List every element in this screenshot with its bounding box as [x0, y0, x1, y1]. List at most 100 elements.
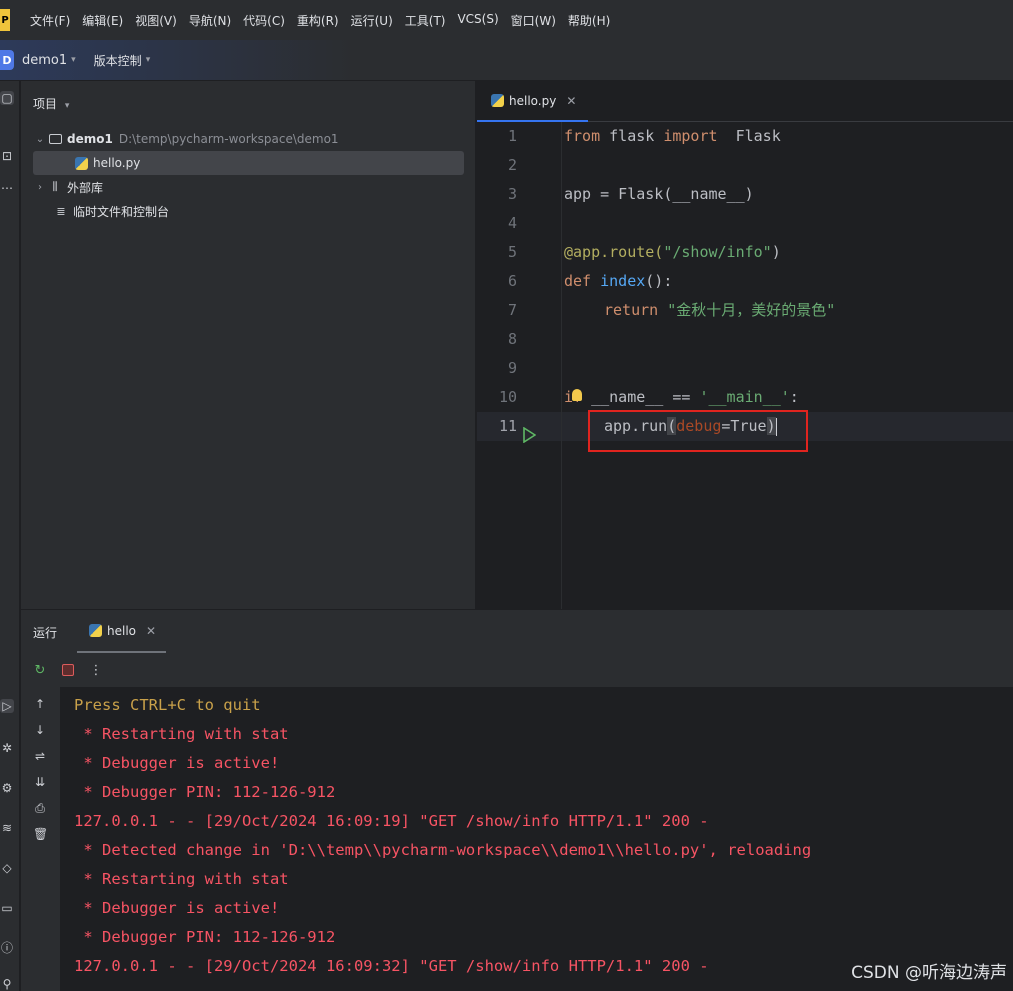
- line-number: 2: [507, 156, 517, 174]
- services-icon[interactable]: ◇: [0, 861, 14, 875]
- code-token: '__main__': [699, 388, 790, 406]
- debug-tool-icon[interactable]: ✲: [0, 741, 14, 755]
- print-icon[interactable]: ⎙: [33, 801, 47, 815]
- lightbulb-icon[interactable]: [572, 389, 582, 401]
- tree-file-label: hello.py: [93, 156, 141, 170]
- menu-file[interactable]: 文件(F): [30, 12, 70, 29]
- menu-bar: P 文件(F) 编辑(E) 视图(V) 导航(N) 代码(C) 重构(R) 运行…: [0, 0, 1013, 40]
- tab-label: hello.py: [509, 93, 557, 108]
- scroll-down-icon[interactable]: ↓: [33, 723, 47, 737]
- soft-wrap-icon[interactable]: ⇌: [33, 749, 47, 763]
- project-panel: 项目 ▾ ⌄ demo1 D:\temp\pycharm-workspace\d…: [21, 81, 476, 609]
- library-icon: ⫼: [52, 180, 58, 193]
- scroll-to-end-icon[interactable]: ⇊: [33, 775, 47, 789]
- console-line: * Detected change in 'D:\\temp\\pycharm-…: [74, 841, 812, 859]
- menu-tools[interactable]: 工具(T): [405, 12, 446, 29]
- code-token: @app.route(: [564, 243, 664, 261]
- layers-icon[interactable]: ≋: [0, 821, 14, 835]
- chevron-down-icon[interactable]: ▾: [65, 101, 70, 111]
- run-gutter-icon[interactable]: [522, 427, 536, 443]
- terminal-icon[interactable]: ▭: [0, 901, 14, 915]
- scroll-up-icon[interactable]: ↑: [33, 697, 47, 711]
- tree-root-label: demo1: [67, 132, 113, 146]
- line-number: 9: [507, 359, 517, 377]
- chevron-right-icon[interactable]: ›: [33, 182, 47, 193]
- code-line-3: app = Flask(__name__): [564, 185, 754, 203]
- code-editor[interactable]: hello.py ✕ 1 2 3 4 5 6 7 8 9 10 11 from …: [477, 81, 1013, 609]
- run-panel-title: 运行: [33, 626, 58, 640]
- line-number: 6: [507, 272, 517, 290]
- menu-window[interactable]: 窗口(W): [511, 12, 556, 29]
- code-token: import: [663, 127, 718, 145]
- app-logo-icon: P: [0, 9, 10, 31]
- structure-tool-icon[interactable]: ⊡: [0, 149, 14, 163]
- stop-button[interactable]: [59, 661, 77, 679]
- python-packages-icon[interactable]: ⚙: [0, 781, 14, 795]
- close-icon[interactable]: ✕: [146, 624, 156, 638]
- run-toolbar: ↻ ⋮: [21, 653, 1013, 687]
- code-token: ():: [645, 272, 673, 290]
- menu-run[interactable]: 运行(U): [351, 12, 393, 29]
- trash-icon[interactable]: 🗑: [33, 827, 48, 841]
- menu-vcs[interactable]: VCS(S): [457, 12, 498, 29]
- tab-hello-py[interactable]: hello.py ✕: [477, 81, 589, 122]
- code-token: index: [591, 272, 646, 290]
- code-line-10: if __name__ == '__main__':: [564, 383, 799, 412]
- line-number: 7: [507, 301, 517, 319]
- console-line: * Restarting with stat: [74, 725, 289, 743]
- git-icon[interactable]: ⚲: [0, 977, 14, 991]
- menu-refactor[interactable]: 重构(R): [297, 12, 339, 29]
- more-options-icon[interactable]: ⋮: [87, 661, 105, 679]
- run-tool-icon[interactable]: ▷: [0, 699, 14, 713]
- console-line: * Restarting with stat: [74, 870, 289, 888]
- line-number: 4: [507, 214, 517, 232]
- console-line: * Debugger is active!: [74, 754, 280, 772]
- code-token: __name__ ==: [582, 388, 700, 406]
- code-token: "/show/info": [663, 243, 772, 261]
- tree-external-libs-label: 外部库: [67, 180, 104, 195]
- menu-help[interactable]: 帮助(H): [568, 12, 610, 29]
- code-token: Flask: [717, 127, 781, 145]
- run-tab-hello[interactable]: hello ✕: [77, 610, 167, 653]
- menu-navigate[interactable]: 导航(N): [189, 12, 231, 29]
- python-file-icon: [73, 156, 89, 170]
- folder-icon: [47, 132, 63, 146]
- rerun-icon[interactable]: ↻: [31, 661, 49, 679]
- code-line-6: def index():: [564, 267, 672, 296]
- code-line-7: return "金秋十月，美好的景色": [604, 296, 835, 325]
- line-number: 8: [507, 330, 517, 348]
- project-selector[interactable]: demo1: [22, 53, 67, 68]
- line-number: 5: [507, 243, 517, 261]
- chevron-down-icon[interactable]: ▾: [71, 55, 76, 65]
- console-line: * Debugger PIN: 112-126-912: [74, 928, 336, 946]
- tree-item-scratches[interactable]: ≣ 临时文件和控制台: [33, 199, 169, 223]
- chevron-down-icon[interactable]: ▾: [146, 55, 151, 65]
- python-file-icon: [489, 94, 505, 108]
- menu-view[interactable]: 视图(V): [135, 12, 177, 29]
- code-token: ): [771, 243, 781, 261]
- code-token: return: [604, 301, 659, 319]
- scratches-icon: ≣: [56, 204, 66, 218]
- more-tools-icon[interactable]: ⋯: [0, 181, 14, 195]
- code-line-5: @app.route("/show/info"): [564, 238, 781, 267]
- project-tool-icon[interactable]: ▢: [0, 91, 14, 105]
- project-panel-header[interactable]: 项目 ▾: [33, 95, 69, 112]
- problems-icon[interactable]: ⓘ: [0, 941, 14, 955]
- main-toolbar: D demo1 ▾ 版本控制 ▾: [0, 40, 1013, 81]
- editor-tab-bar: hello.py ✕: [477, 81, 1013, 122]
- tree-item-external-libs[interactable]: › ⫼ 外部库: [33, 175, 103, 199]
- gutter-separator: [561, 122, 562, 609]
- menu-code[interactable]: 代码(C): [243, 12, 285, 29]
- code-line-1: from flask import Flask: [564, 122, 781, 151]
- code-token: :: [789, 388, 799, 406]
- vcs-selector[interactable]: 版本控制: [94, 52, 142, 69]
- tree-item-root[interactable]: ⌄ demo1 D:\temp\pycharm-workspace\demo1: [33, 127, 339, 151]
- tree-item-hello-py[interactable]: hello.py: [33, 151, 464, 175]
- tree-scratches-label: 临时文件和控制台: [73, 204, 170, 219]
- tree-root-path: D:\temp\pycharm-workspace\demo1: [118, 132, 339, 146]
- chevron-down-icon[interactable]: ⌄: [33, 134, 47, 145]
- menu-edit[interactable]: 编辑(E): [82, 12, 123, 29]
- close-icon[interactable]: ✕: [566, 94, 576, 108]
- line-number: 11: [498, 417, 517, 435]
- console-output[interactable]: Press CTRL+C to quit * Restarting with s…: [60, 687, 1013, 991]
